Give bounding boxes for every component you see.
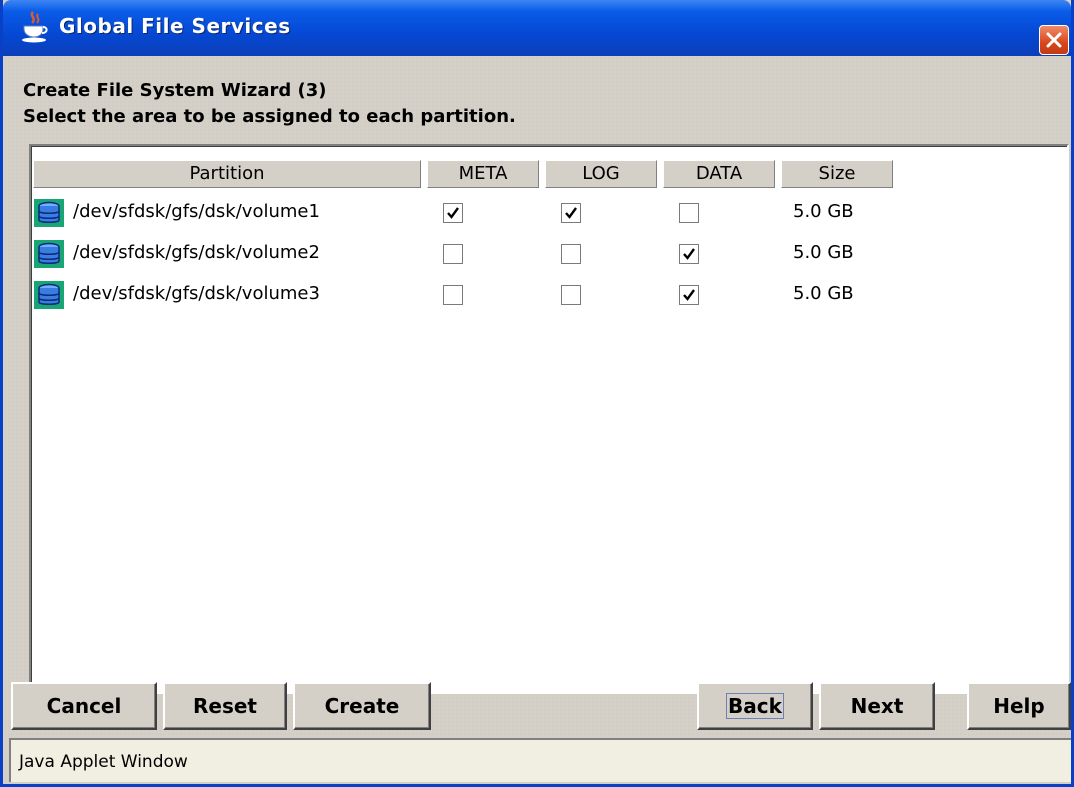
table-row[interactable]: /dev/sfdsk/gfs/dsk/volume1 5.0 GB — [31, 192, 1061, 230]
back-button[interactable]: Back — [697, 682, 813, 730]
column-header-data[interactable]: DATA — [663, 160, 775, 188]
status-bar: Java Applet Window — [9, 738, 1071, 782]
log-checkbox[interactable] — [561, 285, 581, 305]
wizard-instruction: Select the area to be assigned to each p… — [23, 106, 516, 127]
partition-path: /dev/sfdsk/gfs/dsk/volume3 — [73, 283, 320, 304]
cancel-button[interactable]: Cancel — [11, 682, 157, 730]
java-cup-icon — [19, 10, 51, 44]
meta-checkbox[interactable] — [443, 203, 463, 223]
help-button[interactable]: Help — [967, 682, 1071, 730]
meta-checkbox[interactable] — [443, 285, 463, 305]
wizard-heading: Create File System Wizard (3) — [23, 80, 327, 101]
next-button[interactable]: Next — [819, 682, 935, 730]
app-window: Global File Services Create File System … — [0, 0, 1074, 787]
partition-path: /dev/sfdsk/gfs/dsk/volume1 — [73, 201, 320, 222]
close-button[interactable] — [1039, 25, 1069, 55]
data-checkbox[interactable] — [679, 203, 699, 223]
reset-button[interactable]: Reset — [163, 682, 287, 730]
data-checkbox[interactable] — [679, 244, 699, 264]
status-text: Java Applet Window — [19, 752, 188, 772]
disk-volume-icon — [34, 199, 64, 227]
column-header-log[interactable]: LOG — [545, 160, 657, 188]
disk-volume-icon — [34, 281, 64, 309]
log-checkbox[interactable] — [561, 244, 581, 264]
create-button[interactable]: Create — [293, 682, 431, 730]
disk-volume-icon — [34, 240, 64, 268]
column-header-partition[interactable]: Partition — [33, 160, 421, 188]
partition-size: 5.0 GB — [793, 201, 854, 222]
log-checkbox[interactable] — [561, 203, 581, 223]
table-row[interactable]: /dev/sfdsk/gfs/dsk/volume3 5.0 GB — [31, 274, 1061, 312]
column-header-size[interactable]: Size — [781, 160, 893, 188]
partition-size: 5.0 GB — [793, 242, 854, 263]
window-title: Global File Services — [59, 14, 291, 38]
data-checkbox[interactable] — [679, 285, 699, 305]
partition-size: 5.0 GB — [793, 283, 854, 304]
column-header-meta[interactable]: META — [427, 160, 539, 188]
meta-checkbox[interactable] — [443, 244, 463, 264]
title-bar[interactable]: Global File Services — [3, 0, 1071, 56]
table-row[interactable]: /dev/sfdsk/gfs/dsk/volume2 5.0 GB — [31, 233, 1061, 271]
partition-path: /dev/sfdsk/gfs/dsk/volume2 — [73, 242, 320, 263]
